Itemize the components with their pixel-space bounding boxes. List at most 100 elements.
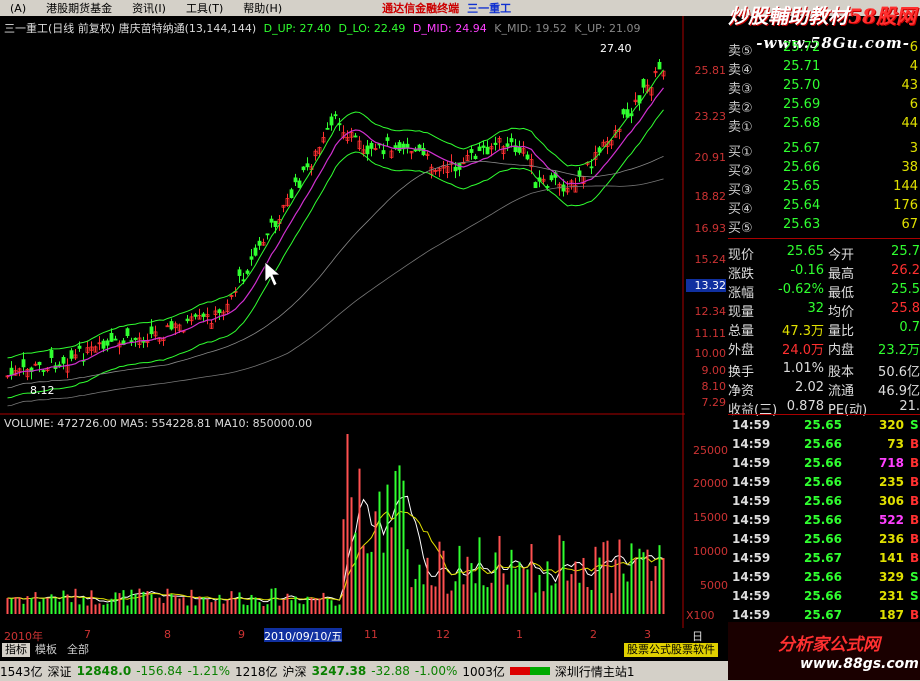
order-volume: 4 xyxy=(909,59,918,74)
volume-bar xyxy=(234,599,237,614)
tick-row: 14:59 25.66 236 B xyxy=(730,532,920,551)
tab-formula[interactable]: 股票公式股票软件 xyxy=(624,643,718,657)
tick-flag: B xyxy=(910,551,920,565)
order-price: 25.63 xyxy=(783,217,821,232)
candle-body xyxy=(301,166,306,171)
volume-bar xyxy=(646,549,649,614)
volume-bar xyxy=(442,550,445,614)
stat-value: 26.2 xyxy=(891,263,920,278)
menu-item-help[interactable]: 帮助(H) xyxy=(233,0,292,16)
volume-bar xyxy=(634,559,637,614)
volume-bar xyxy=(242,604,245,614)
order-price: 25.72 xyxy=(783,40,821,55)
volume-bar xyxy=(190,589,193,614)
order-volume: 67 xyxy=(901,217,918,232)
quote-stat-row: 净资 2.02 流通 46.9亿 xyxy=(728,380,920,399)
candle-body xyxy=(201,313,206,317)
candle-body xyxy=(657,61,662,70)
volume-bar xyxy=(118,593,121,614)
volume-bar xyxy=(154,598,157,614)
volume-bar xyxy=(326,598,329,614)
order-book-buy-row: 买③ 25.65 144 xyxy=(728,179,918,198)
volume-bar xyxy=(270,588,273,614)
volume-bar xyxy=(70,602,73,614)
tick-volume: 231 xyxy=(878,589,904,603)
candle-body xyxy=(61,356,66,364)
date-axis-label: 3 xyxy=(644,628,651,641)
volume-bar xyxy=(34,592,37,614)
candle-body xyxy=(621,109,626,115)
candle-body xyxy=(473,155,478,160)
volume-bar xyxy=(322,592,325,614)
status-station[interactable]: 深圳行情主站1 xyxy=(555,663,635,680)
candle-body xyxy=(169,321,174,330)
price-axis-label: 9.00 xyxy=(701,364,727,377)
tick-flag: B xyxy=(910,608,920,622)
order-volume: 3 xyxy=(909,141,918,156)
order-book-sell-row: 卖③ 25.70 43 xyxy=(728,78,918,97)
volume-bar xyxy=(638,548,641,614)
candle-body xyxy=(37,361,42,366)
volume-bar xyxy=(170,594,173,614)
order-level-label: 买③ xyxy=(728,183,753,198)
volume-bar xyxy=(54,598,57,614)
stat-value: 50.6亿 xyxy=(878,365,920,380)
volume-bar xyxy=(466,556,469,614)
date-axis-label: 2 xyxy=(590,628,597,641)
tick-price: 25.65 xyxy=(804,418,842,432)
volume-bar xyxy=(558,535,561,614)
candle-body xyxy=(485,146,490,155)
tab-template[interactable]: 模板 xyxy=(32,643,60,657)
quote-stat-row: 现价 25.65 今开 25.7 xyxy=(728,244,920,263)
volume-bar xyxy=(366,553,369,614)
indicator-dmid: D_MID: 24.94 xyxy=(412,22,487,35)
indicator-kup: K_UP: 21.09 xyxy=(574,22,641,35)
menu-item-a[interactable]: (A) xyxy=(0,2,36,15)
menu-item-hk[interactable]: 港股期货基金 xyxy=(36,0,122,16)
status-sh-label: 沪深 xyxy=(282,664,307,679)
volume-bar xyxy=(142,591,145,614)
volume-bar xyxy=(390,527,393,614)
tab-indicator[interactable]: 指标 xyxy=(2,643,30,657)
candle-body xyxy=(101,340,106,349)
quote-stat-row: 外盘 24.0万 内盘 23.2万 xyxy=(728,339,920,358)
price-axis-label: 10.00 xyxy=(694,347,727,360)
status-sh-value: 3247.38 xyxy=(311,664,367,678)
stat-value: 25.65 xyxy=(786,244,824,259)
high-mark-label: 27.40 xyxy=(600,42,632,55)
stat-value: -0.62% xyxy=(778,282,824,297)
volume-bar xyxy=(542,591,545,614)
volume-bar xyxy=(222,603,225,614)
stat-label: 涨幅 xyxy=(728,286,755,301)
date-axis-label: 9 xyxy=(238,628,245,641)
order-level-label: 卖② xyxy=(728,101,753,116)
tick-row: 14:59 25.66 73 B xyxy=(730,437,920,456)
candle-body xyxy=(405,143,410,148)
panel-divider xyxy=(728,414,920,415)
volume-bar xyxy=(202,597,205,614)
volume-bar xyxy=(138,588,141,614)
tick-row: 14:59 25.66 235 B xyxy=(730,475,920,494)
kline-chart[interactable] xyxy=(0,16,685,628)
tick-flag: S xyxy=(910,589,919,603)
volume-bar xyxy=(418,564,421,614)
stat-label: 现价 xyxy=(728,248,755,263)
volume-bar xyxy=(554,583,557,614)
menu-item-tools[interactable]: 工具(T) xyxy=(176,0,233,16)
volume-bar xyxy=(158,597,161,614)
volume-bar xyxy=(422,584,425,614)
tick-time: 14:59 xyxy=(732,551,771,565)
volume-bar xyxy=(246,605,249,614)
menu-item-info[interactable]: 资讯(I) xyxy=(122,0,176,16)
tick-flag: B xyxy=(910,494,920,508)
volume-bar xyxy=(386,484,389,614)
volume-bar xyxy=(146,591,149,614)
quote-stat-row: 总量 47.3万 量比 0.7 xyxy=(728,320,920,339)
stat-label: 现量 xyxy=(728,305,755,320)
candle-body xyxy=(289,189,294,198)
tab-all[interactable]: 全部 xyxy=(64,643,92,657)
volume-bar xyxy=(26,596,29,614)
stat-label: 均价 xyxy=(828,305,855,320)
order-level-label: 买⑤ xyxy=(728,221,753,236)
volume-bar xyxy=(574,561,577,614)
